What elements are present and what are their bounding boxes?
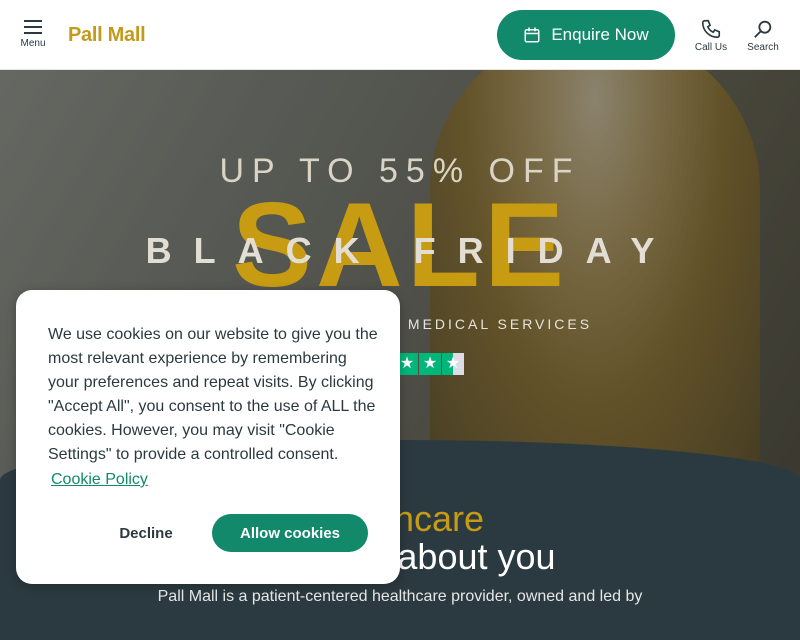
search-icon [754,20,772,38]
site-header: Menu Pall Mall Enquire Now Call Us Searc… [0,0,800,70]
enquire-now-button[interactable]: Enquire Now [497,10,675,60]
menu-label: Menu [20,38,46,49]
intro-text: Pall Mall is a patient-centered healthca… [157,588,643,605]
call-us-button[interactable]: Call Us [686,18,736,53]
calendar-icon [524,27,540,43]
call-us-label: Call Us [694,42,728,53]
allow-cookies-button[interactable]: Allow cookies [212,514,368,552]
search-label: Search [747,42,779,53]
black-friday-text: BLACK FRIDAY [145,230,677,271]
site-logo[interactable]: Pall Mall [68,24,146,47]
search-button[interactable]: Search [738,18,788,53]
cookie-consent-dialog: We use cookies on our website to give yo… [16,290,400,584]
hamburger-icon [24,20,42,34]
star-icon: ★ [419,353,441,375]
enquire-now-label: Enquire Now [551,25,649,44]
star-icon: ★ [442,353,464,375]
cookie-policy-link[interactable]: Cookie Policy [51,471,148,489]
phone-icon [701,19,721,39]
cookie-message: We use cookies on our website to give yo… [48,326,378,463]
menu-button[interactable]: Menu [18,20,48,56]
decline-button[interactable]: Decline [76,514,216,552]
